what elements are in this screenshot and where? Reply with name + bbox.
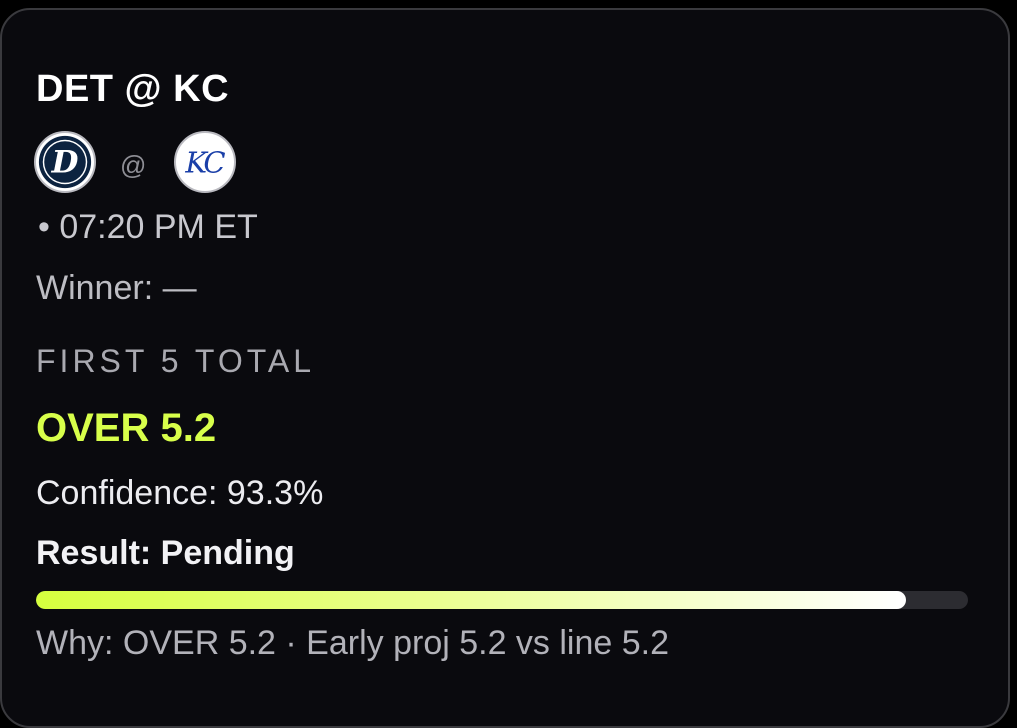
- prediction-card: DET @ KC D @ KC • 07:20 PM ET Winner: — …: [0, 8, 1010, 728]
- game-time: • 07:20 PM ET: [38, 208, 258, 246]
- winner-label: Winner: —: [36, 269, 197, 307]
- kansas-city-royals-logo-icon: KC: [174, 131, 236, 193]
- market-label: FIRST 5 TOTAL: [36, 343, 316, 379]
- svg-text:D: D: [51, 145, 79, 181]
- confidence-bar: [36, 591, 968, 609]
- confidence-label: Confidence: 93.3%: [36, 474, 324, 512]
- confidence-bar-fill: [36, 591, 906, 609]
- result-label: Result: Pending: [36, 534, 295, 572]
- at-separator: @: [120, 150, 147, 180]
- pick-value: OVER 5.2: [36, 406, 217, 450]
- matchup-title: DET @ KC: [36, 68, 230, 110]
- svg-text:KC: KC: [184, 146, 225, 180]
- why-explanation: Why: OVER 5.2 · Early proj 5.2 vs line 5…: [36, 624, 670, 662]
- detroit-tigers-logo-icon: D: [34, 131, 96, 193]
